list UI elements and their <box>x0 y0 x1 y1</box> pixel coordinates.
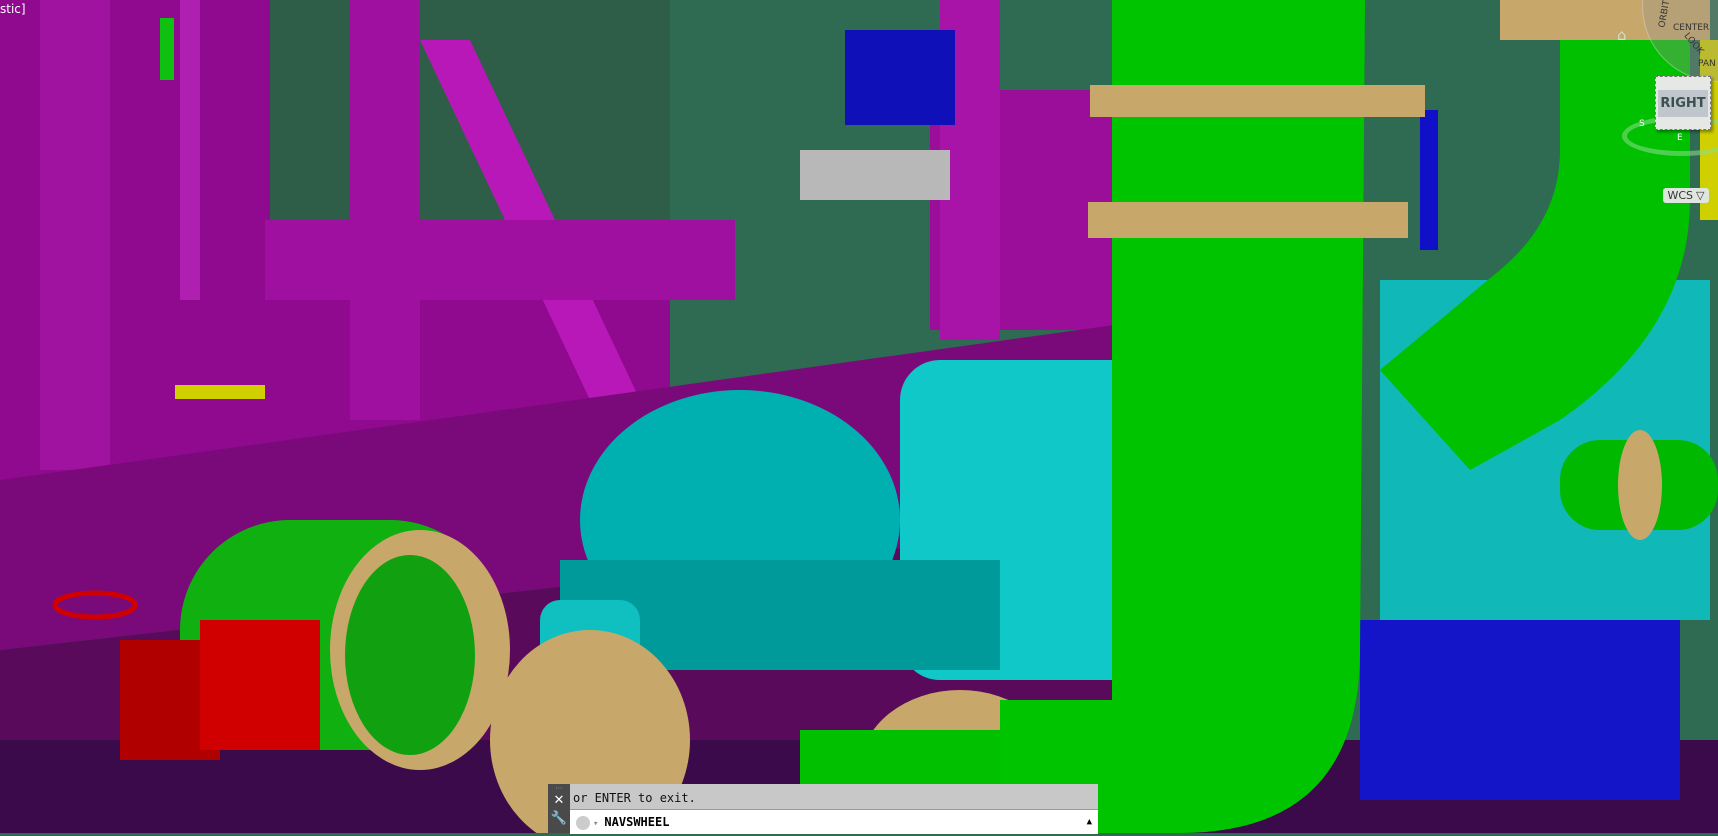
pipe-clamp <box>1090 85 1425 117</box>
chevron-down-icon: ▽ <box>1696 189 1705 202</box>
chevron-up-icon[interactable]: ▲ <box>1087 810 1092 834</box>
viewport-label[interactable]: stic] <box>0 2 26 16</box>
grip-icon[interactable]: ⋯ <box>548 784 570 793</box>
wrench-icon[interactable]: 🔧 <box>548 811 570 831</box>
compass-east: E <box>1677 133 1683 143</box>
viewcube-face-right[interactable]: RIGHT <box>1658 89 1708 117</box>
3d-model-viewport[interactable] <box>0 0 1718 833</box>
command-input[interactable]: ▾ NAVSWHEEL ▲ <box>570 809 1098 834</box>
wcs-label: WCS <box>1667 189 1694 202</box>
blue-base <box>1360 620 1680 800</box>
pipe-clamp <box>1088 202 1408 238</box>
viewcube[interactable]: RIGHT <box>1655 76 1711 130</box>
dropdown-icon[interactable]: ▾ <box>593 819 598 829</box>
recent-commands-icon[interactable] <box>576 815 590 830</box>
command-line-handle[interactable]: ⋯ ✕ 🔧 <box>548 784 570 833</box>
command-text[interactable]: NAVSWHEEL <box>604 815 669 829</box>
navwheel-look[interactable]: LOOK <box>1682 31 1706 56</box>
navwheel-orbit[interactable]: ORBIT <box>1658 0 1673 28</box>
navwheel-pan[interactable]: PAN <box>1698 59 1716 69</box>
wcs-menu[interactable]: WCS ▽ <box>1663 188 1709 203</box>
command-line[interactable]: ⋯ ✕ 🔧 or ENTER to exit. ▾ NAVSWHEEL ▲ <box>548 784 1098 834</box>
navwheel-center[interactable]: CENTER <box>1673 23 1709 33</box>
command-history: or ENTER to exit. <box>570 784 1098 809</box>
home-icon[interactable]: ⌂ <box>1617 26 1627 44</box>
close-icon[interactable]: ✕ <box>548 793 570 811</box>
compass-south: S <box>1639 119 1645 129</box>
